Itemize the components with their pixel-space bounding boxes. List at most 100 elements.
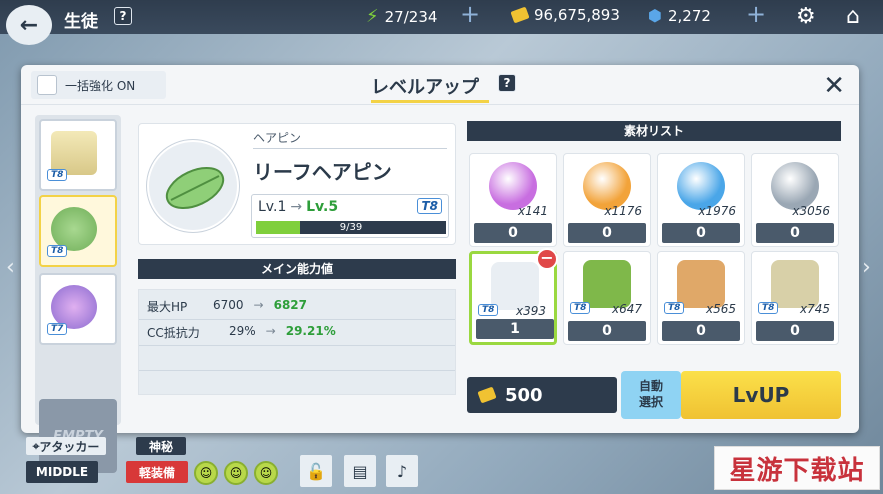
divider: [253, 148, 447, 149]
add-pyroxene-button[interactable]: +: [746, 0, 766, 28]
material-count: x1976: [698, 204, 736, 218]
credit-icon: [477, 386, 497, 404]
equipment-slot-hairpin[interactable]: T8: [39, 195, 117, 267]
auto-select-button[interactable]: 自動 選択: [621, 371, 681, 419]
material-use-count: 1: [476, 319, 554, 339]
xp-text: 9/39: [339, 222, 363, 233]
tier-badge: T8: [758, 302, 779, 314]
tier-badge: T8: [417, 198, 442, 214]
equipment-material-icon: [677, 260, 725, 308]
credit-cost: 500: [467, 377, 617, 413]
level-box: Lv.1 → Lv.5 T8 9/39: [251, 194, 449, 238]
prev-student-icon[interactable]: ‹: [6, 255, 15, 280]
bulk-enhance-label: 一括強化 ON: [65, 78, 136, 93]
attack-type-tag: 神秘: [136, 437, 186, 455]
material-use-count: 0: [474, 223, 552, 243]
top-bar: ← 生徒 ? ⚡ 27/234 + 96,675,893 ⬢ 2,272 + ⚙…: [0, 0, 883, 45]
armor-type-tag: 軽装備: [126, 461, 188, 483]
stats-panel: 最大HP 6700 → 6827 CC抵抗力 29% → 29.21%: [138, 289, 456, 395]
material-count: x565: [705, 302, 736, 316]
stat-name: 最大HP: [147, 300, 188, 314]
equipment-slot-charm[interactable]: T7: [39, 273, 117, 345]
equipment-slot-gloves[interactable]: T8: [39, 119, 117, 191]
back-arrow-icon: ←: [19, 12, 39, 38]
tier-badge: T7: [47, 323, 68, 335]
auto-select-label-2: 選択: [638, 395, 663, 409]
dialog-header: 一括強化 ON レベルアップ ? ✕: [21, 65, 859, 105]
cost-value: 500: [505, 384, 543, 406]
bulk-enhance-checkbox[interactable]: [37, 75, 57, 95]
bulk-enhance-toggle[interactable]: 一括強化 ON: [31, 71, 166, 99]
material-count: x745: [799, 302, 830, 316]
position-tag: MIDDLE: [26, 461, 98, 483]
next-student-icon[interactable]: ›: [862, 255, 871, 280]
equipment-material-icon: [771, 260, 819, 308]
activity-report-icon: [489, 162, 537, 210]
level-to: Lv.5: [306, 199, 339, 215]
stat-new: 29.21%: [285, 324, 336, 338]
material-slot[interactable]: T8 x647 0: [563, 251, 651, 345]
leaf-hairpin-icon: [147, 140, 239, 232]
level-change: Lv.1 → Lv.5: [258, 199, 338, 215]
memo-icon[interactable]: ▤: [344, 455, 376, 487]
gear-icon[interactable]: ⚙: [796, 4, 816, 29]
arrow-right-icon: →: [265, 324, 276, 338]
material-slot[interactable]: x1976 0: [657, 153, 745, 247]
voice-icon[interactable]: ♪: [386, 455, 418, 487]
item-info-card: ヘアピン リーフヘアピン Lv.1 → Lv.5 T8 9/39: [138, 123, 456, 245]
add-ap-button[interactable]: +: [460, 0, 480, 28]
material-slot[interactable]: x141 0: [469, 153, 557, 247]
stat-name: CC抵抗力: [147, 326, 200, 340]
material-slot[interactable]: x1176 0: [563, 153, 651, 247]
material-use-count: 0: [662, 321, 740, 341]
material-count: x141: [517, 204, 548, 218]
material-use-count: 0: [662, 223, 740, 243]
help-button[interactable]: ?: [114, 7, 132, 25]
role-tag: ⌖ アタッカー: [26, 437, 106, 455]
arrow-right-icon: →: [290, 199, 303, 215]
equipment-material-icon: [491, 262, 539, 310]
divider: [139, 319, 455, 320]
page-title: 生徒: [64, 12, 98, 32]
stat-old: 29%: [229, 324, 256, 338]
close-button[interactable]: ✕: [823, 71, 845, 101]
item-type: ヘアピン: [253, 131, 302, 145]
main-stats-header: メイン能力値: [138, 259, 456, 279]
material-count: x393: [515, 304, 546, 318]
arrow-right-icon: →: [253, 298, 264, 312]
remove-material-button[interactable]: −: [536, 248, 558, 270]
material-count: x3056: [792, 204, 830, 218]
equipment-material-icon: [583, 260, 631, 308]
role-label: アタッカー: [39, 439, 100, 454]
stat-old: 6700: [213, 298, 244, 312]
materials-header: 素材リスト: [467, 121, 841, 141]
home-icon[interactable]: ⌂: [846, 4, 860, 29]
material-slot[interactable]: T8 x565 0: [657, 251, 745, 345]
tier-badge: T8: [478, 304, 499, 316]
back-button[interactable]: ←: [6, 5, 52, 45]
smile-icon: ☺: [224, 461, 248, 485]
activity-report-icon: [583, 162, 631, 210]
pyroxene-value: 2,272: [667, 6, 711, 25]
credits-value: 96,675,893: [534, 6, 620, 24]
material-slot[interactable]: T8 x745 0: [751, 251, 839, 345]
xp-bar: 9/39: [256, 221, 446, 234]
divider: [139, 345, 455, 346]
materials-grid: x141 0 x1176 0 x1976 0 x3056 0 T8 x393 1…: [467, 143, 841, 359]
lvup-button[interactable]: LvUP: [681, 371, 841, 419]
ap-counter: ⚡ 27/234: [366, 6, 437, 27]
unlock-icon[interactable]: 🔓: [300, 455, 332, 487]
tier-badge: T8: [47, 169, 68, 181]
watermark-logo: 星游下载站: [714, 446, 880, 490]
smile-icon: ☺: [254, 461, 278, 485]
material-slot[interactable]: x3056 0: [751, 153, 839, 247]
dialog-help-button[interactable]: ?: [498, 74, 516, 92]
material-slot-selected[interactable]: T8 x393 1 −: [469, 248, 558, 345]
credits-counter: 96,675,893: [510, 6, 620, 24]
dialog-title: レベルアップ: [371, 77, 479, 98]
activity-report-icon: [677, 162, 725, 210]
gem-icon: ⬢: [648, 6, 662, 25]
material-use-count: 0: [568, 321, 646, 341]
pyroxene-counter: ⬢ 2,272: [648, 6, 711, 25]
material-use-count: 0: [756, 223, 834, 243]
